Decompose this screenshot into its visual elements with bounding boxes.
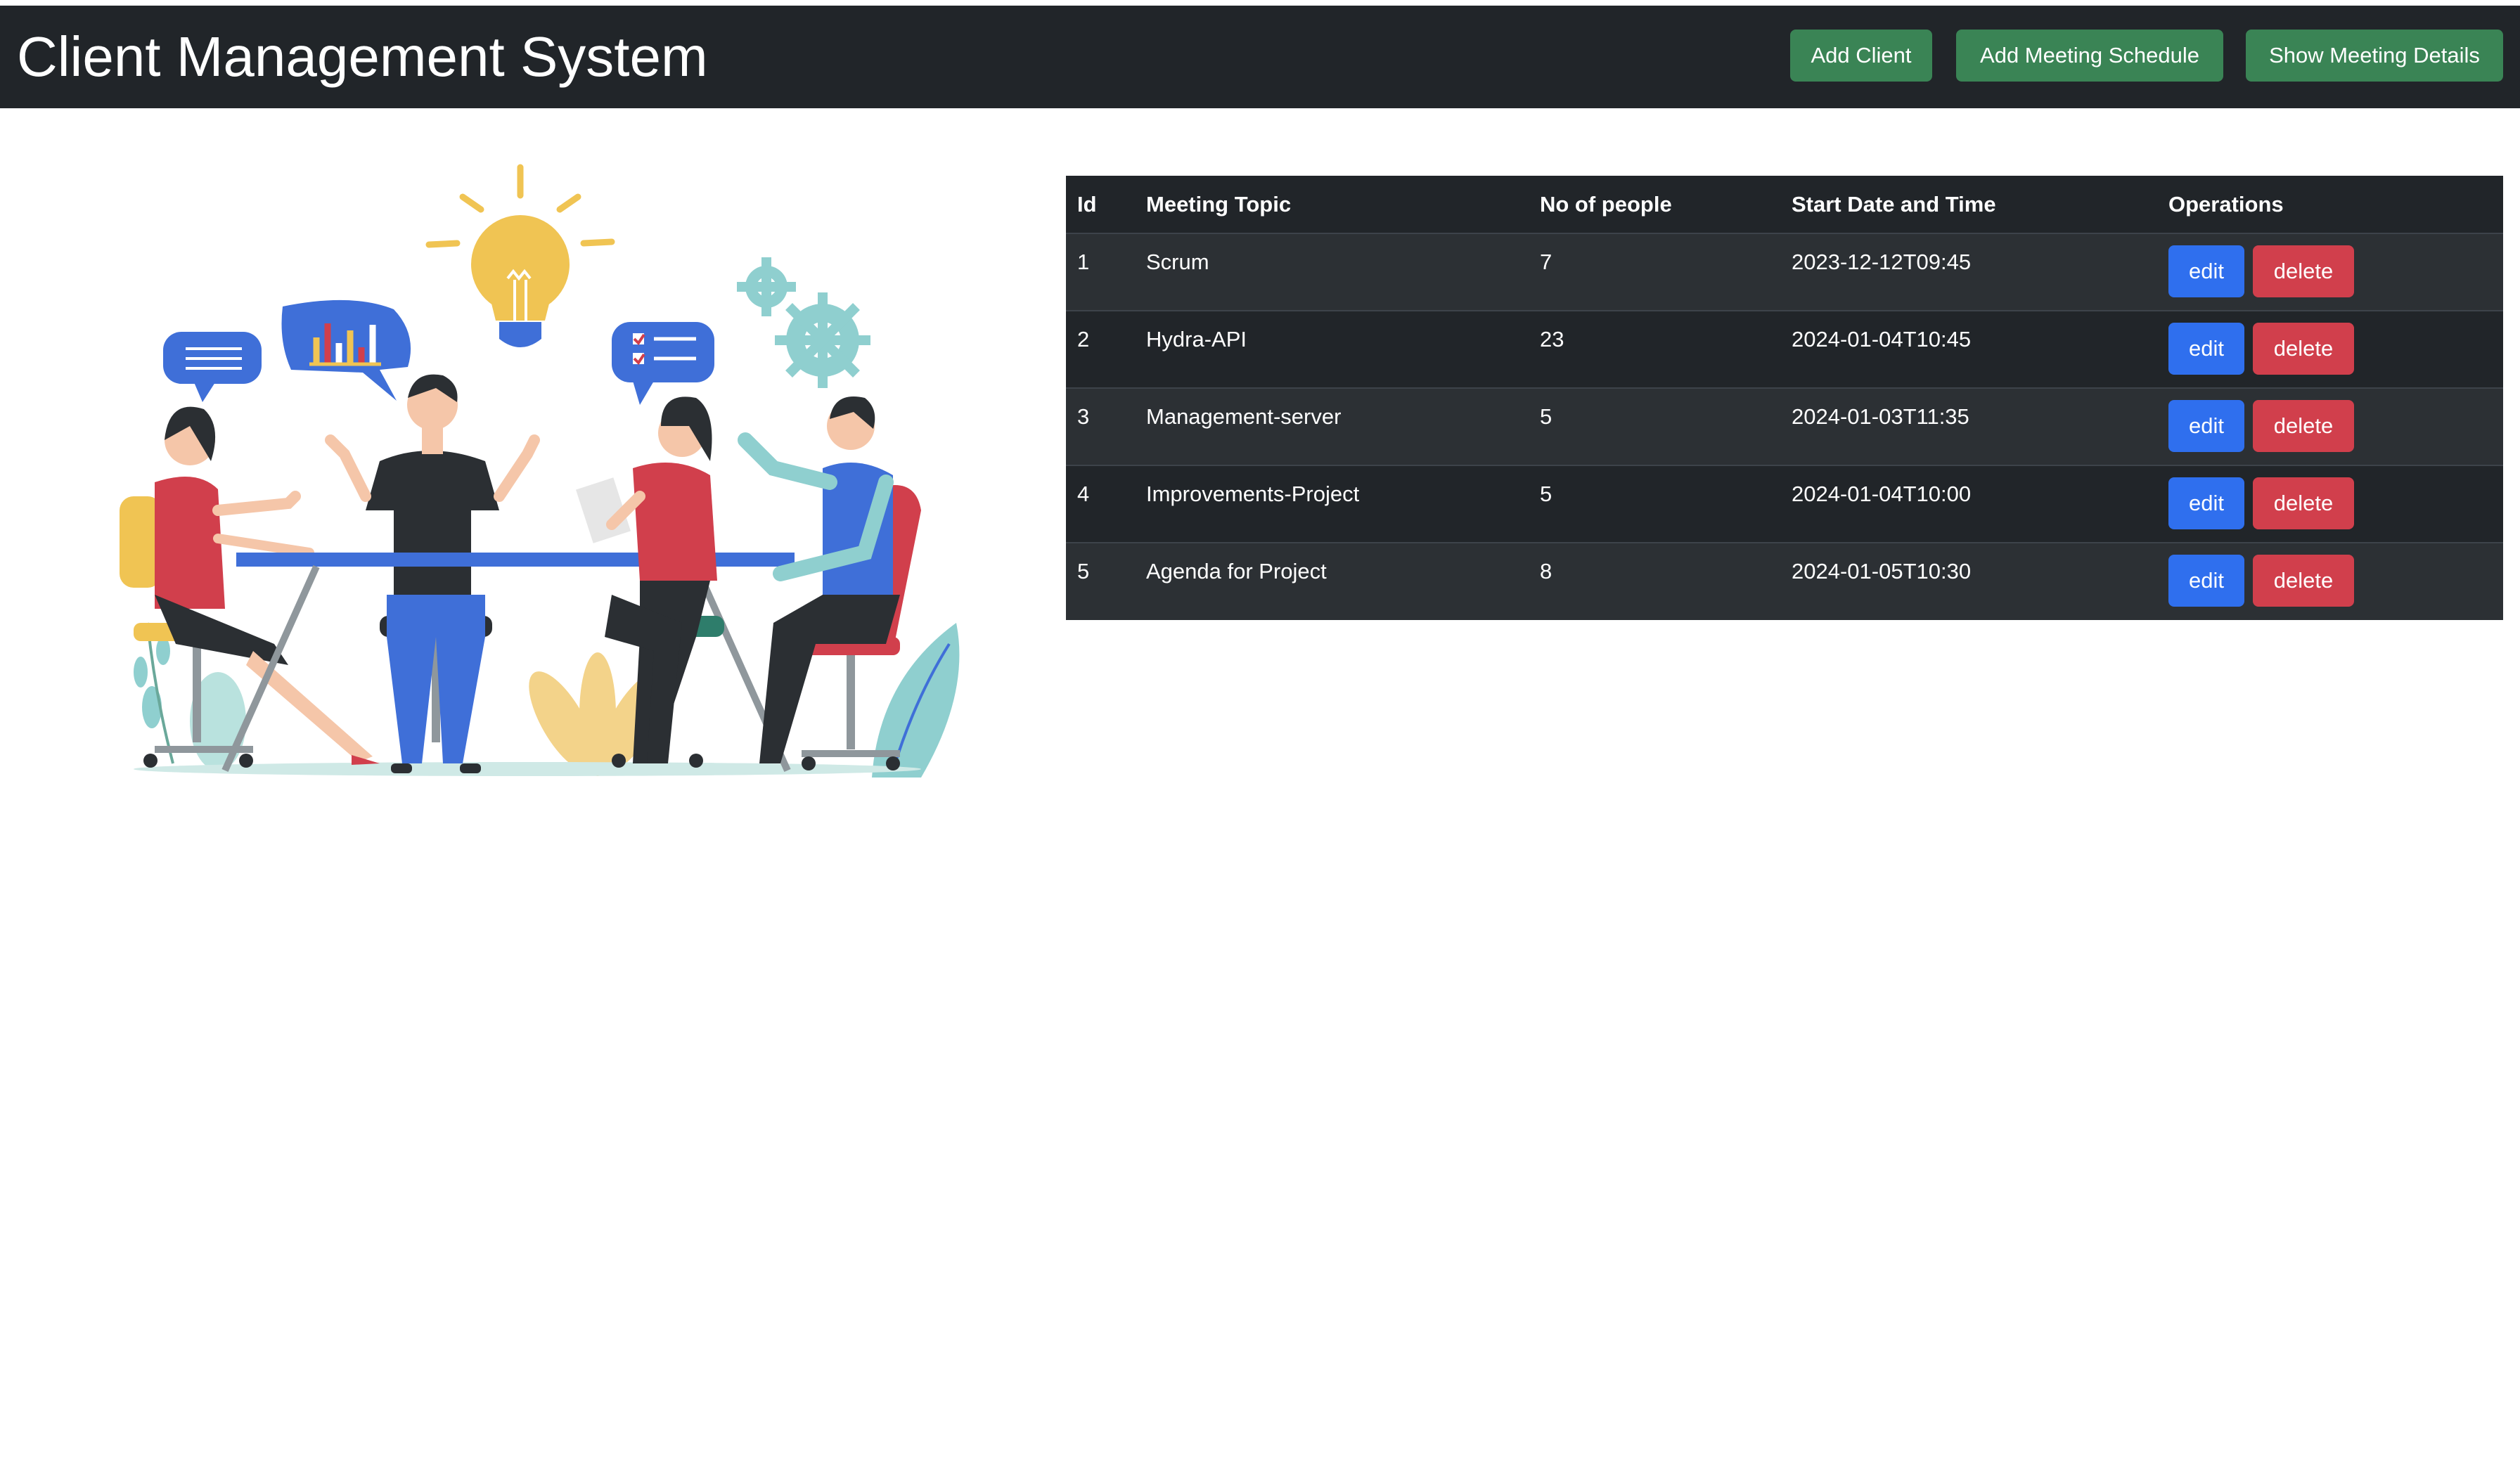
cell-id: 1 (1066, 233, 1135, 311)
cell-operations: edit delete (2157, 233, 2503, 311)
row-start: 2024-01-04T10:00 (1792, 482, 1972, 506)
row-people: 8 (1540, 559, 1552, 583)
cell-people: 5 (1529, 465, 1780, 543)
header-meeting-topic: Meeting Topic (1135, 176, 1529, 234)
row-topic: Hydra-API (1146, 327, 1247, 351)
app-title: Client Management System (17, 25, 708, 88)
delete-button[interactable]: delete (2253, 323, 2354, 375)
row-people: 5 (1540, 482, 1552, 506)
row-id: 2 (1077, 327, 1090, 351)
row-id: 4 (1077, 482, 1090, 506)
delete-button[interactable]: delete (2253, 477, 2354, 529)
row-topic: Scrum (1146, 250, 1209, 274)
checklist-bubble-icon (612, 322, 714, 405)
row-topic: Improvements-Project (1146, 482, 1360, 506)
table-row: 1 Scrum 7 2023-12-12T09:45 edit delete (1066, 233, 2503, 311)
navbar: Client Management System Add Client Add … (0, 6, 2520, 108)
row-people: 23 (1540, 327, 1564, 351)
speech-bubble-icon (163, 332, 262, 402)
cell-start: 2024-01-04T10:00 (1780, 465, 2157, 543)
row-people: 7 (1540, 250, 1552, 274)
row-topic: Agenda for Project (1146, 559, 1327, 583)
cell-operations: edit delete (2157, 542, 2503, 620)
header-start-date-time: Start Date and Time (1780, 176, 2157, 234)
table-header-row: Id Meeting Topic No of people Start Date… (1066, 176, 2503, 234)
edit-button[interactable]: edit (2168, 477, 2244, 529)
header-operations: Operations (2157, 176, 2503, 234)
cell-id: 3 (1066, 387, 1135, 465)
cell-topic: Management-server (1135, 387, 1529, 465)
add-meeting-schedule-button[interactable]: Add Meeting Schedule (1956, 30, 2223, 82)
top-strip (0, 0, 2520, 6)
cell-people: 23 (1529, 310, 1780, 388)
table-row: 4 Improvements-Project 5 2024-01-04T10:0… (1066, 465, 2503, 543)
header-no-of-people: No of people (1529, 176, 1780, 234)
delete-button[interactable]: delete (2253, 555, 2354, 607)
row-people: 5 (1540, 404, 1552, 429)
meetings-table-container: Id Meeting Topic No of people Start Date… (1066, 176, 2503, 620)
edit-button[interactable]: edit (2168, 555, 2244, 607)
person-man-center (325, 374, 540, 773)
edit-button[interactable]: edit (2168, 245, 2244, 297)
cell-topic: Scrum (1135, 233, 1529, 311)
cell-id: 5 (1066, 542, 1135, 620)
cell-start: 2024-01-05T10:30 (1780, 542, 2157, 620)
table-row: 2 Hydra-API 23 2024-01-04T10:45 edit dele… (1066, 310, 2503, 388)
table-row: 3 Management-server 5 2024-01-03T11:35 e… (1066, 387, 2503, 465)
row-start: 2024-01-04T10:45 (1792, 327, 1972, 351)
cell-id: 4 (1066, 465, 1135, 543)
cell-people: 7 (1529, 233, 1780, 311)
cell-people: 8 (1529, 542, 1780, 620)
table-row: 5 Agenda for Project 8 2024-01-05T10:30 … (1066, 542, 2503, 620)
cell-topic: Improvements-Project (1135, 465, 1529, 543)
row-start: 2024-01-05T10:30 (1792, 559, 1972, 583)
row-id: 3 (1077, 404, 1090, 429)
cell-operations: edit delete (2157, 387, 2503, 465)
show-meeting-details-button[interactable]: Show Meeting Details (2246, 30, 2503, 82)
row-start: 2024-01-03T11:35 (1792, 404, 1969, 429)
edit-button[interactable]: edit (2168, 323, 2244, 375)
edit-button[interactable]: edit (2168, 400, 2244, 452)
cell-topic: Hydra-API (1135, 310, 1529, 388)
row-topic: Management-server (1146, 404, 1342, 429)
delete-button[interactable]: delete (2253, 245, 2354, 297)
cell-start: 2024-01-04T10:45 (1780, 310, 2157, 388)
cell-topic: Agenda for Project (1135, 542, 1529, 620)
row-start: 2023-12-12T09:45 (1792, 250, 1972, 274)
team-meeting-illustration (120, 164, 960, 778)
row-id: 1 (1077, 250, 1090, 274)
cell-id: 2 (1066, 310, 1135, 388)
cell-start: 2023-12-12T09:45 (1780, 233, 2157, 311)
bar-chart-bubble-icon (281, 299, 411, 401)
cell-people: 5 (1529, 387, 1780, 465)
cell-start: 2024-01-03T11:35 (1780, 387, 2157, 465)
row-id: 5 (1077, 559, 1090, 583)
header-id: Id (1066, 176, 1135, 234)
meetings-table: Id Meeting Topic No of people Start Date… (1066, 176, 2503, 620)
add-client-button[interactable]: Add Client (1790, 30, 1932, 82)
cell-operations: edit delete (2157, 465, 2503, 543)
delete-button[interactable]: delete (2253, 400, 2354, 452)
cell-operations: edit delete (2157, 310, 2503, 388)
